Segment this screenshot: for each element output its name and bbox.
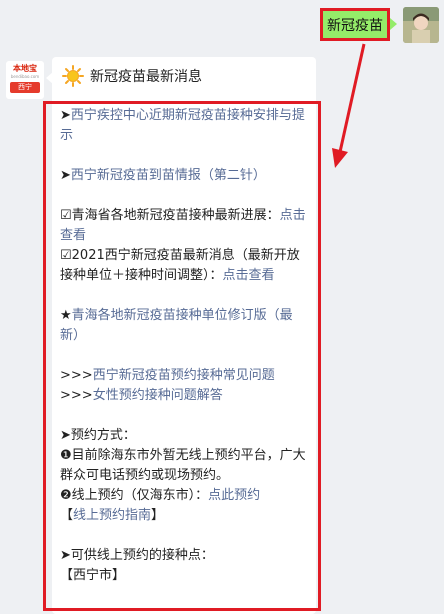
- annotation-arrow: [332, 43, 366, 168]
- list-item: 【线上预约指南】: [60, 506, 310, 526]
- item-prefix: >>>: [60, 388, 93, 403]
- bot-brand-label: 本地宝: [13, 64, 37, 73]
- item-text: ☑青海省各地新冠疫苗接种最新进展：: [60, 208, 280, 223]
- list-item: ❶目前除海东市外暂无线上预约平台，广大群众可电话预约或现场预约。: [60, 448, 306, 483]
- item-prefix: ➤: [60, 168, 71, 183]
- list-item: ➤西宁新冠疫苗到苗情报（第二针）: [60, 166, 310, 186]
- item-text: ❷线上预约（仅海东市）：: [60, 488, 209, 503]
- women-faq-link[interactable]: 女性预约接种问题解答: [93, 388, 223, 403]
- vaccination-sites-link[interactable]: 青海各地新冠疫苗接种单位修订版（最新）: [60, 308, 293, 343]
- faq-link[interactable]: 西宁新冠疫苗预约接种常见问题: [93, 368, 275, 383]
- sent-message-text: 新冠疫苗: [327, 17, 383, 34]
- bot-city-badge: 西宁: [10, 82, 40, 93]
- card-header: 新冠疫苗最新消息: [62, 64, 202, 88]
- item-prefix: ➤: [60, 108, 71, 123]
- list-item: >>>西宁新冠疫苗预约接种常见问题: [60, 366, 310, 386]
- bracket-close: 】: [151, 508, 165, 523]
- card-content: ➤西宁疾控中心近期新冠疫苗接种安排与提示 ➤西宁新冠疫苗到苗情报（第二针） ☑青…: [60, 106, 310, 586]
- book-online-link[interactable]: 点此预约: [208, 488, 260, 503]
- sent-bubble-tail: [390, 18, 397, 30]
- list-item: ➤西宁疾控中心近期新冠疫苗接种安排与提示: [60, 106, 310, 146]
- item-prefix: >>>: [60, 368, 93, 383]
- booking-guide-link[interactable]: 线上预约指南: [73, 508, 151, 523]
- list-item: ☑2021西宁新冠疫苗最新消息（最新开放接种单位＋接种时间调整）：点击查看: [60, 246, 310, 286]
- vaccine-arrival-link[interactable]: 西宁新冠疫苗到苗情报（第二针）: [71, 168, 266, 183]
- bot-avatar[interactable]: 本地宝 bendibao.com 西宁: [6, 61, 44, 99]
- section-heading: ➤预约方式：: [60, 428, 136, 443]
- card-title: 新冠疫苗最新消息: [90, 69, 202, 85]
- list-item: >>>女性预约接种问题解答: [60, 386, 310, 406]
- sent-message-bubble[interactable]: 新冠疫苗: [320, 8, 390, 41]
- city-heading: 【西宁市】: [60, 568, 126, 583]
- sun-icon: [62, 65, 84, 87]
- latest-news-link[interactable]: 点击查看: [223, 268, 275, 283]
- list-item: ☑青海省各地新冠疫苗接种最新进展：点击查看: [60, 206, 310, 246]
- item-prefix: ★: [60, 308, 72, 323]
- list-item: ❷线上预约（仅海东市）：点此预约: [60, 486, 310, 506]
- user-avatar[interactable]: [403, 7, 439, 43]
- section-heading: ➤可供线上预约的接种点：: [60, 548, 214, 563]
- vaccine-schedule-link[interactable]: 西宁疾控中心近期新冠疫苗接种安排与提示: [60, 108, 305, 143]
- bracket-open: 【: [60, 508, 74, 523]
- bot-brand-sub: bendibao.com: [10, 74, 40, 79]
- list-item: ★青海各地新冠疫苗接种单位修订版（最新）: [60, 306, 310, 346]
